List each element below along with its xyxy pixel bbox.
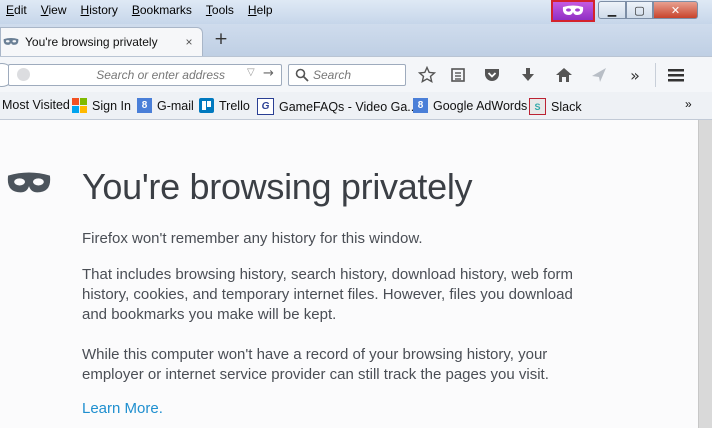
private-browsing-indicator[interactable] bbox=[551, 0, 595, 22]
bookmark-most-visited[interactable]: Most Visited bbox=[2, 98, 70, 112]
tab-close-icon[interactable]: × bbox=[182, 35, 196, 49]
maximize-icon: ▢ bbox=[634, 3, 645, 17]
url-dropdown-icon[interactable]: ▽ bbox=[247, 67, 255, 78]
search-icon bbox=[295, 68, 309, 82]
new-tab-button[interactable]: + bbox=[212, 29, 230, 49]
trello-icon bbox=[199, 98, 214, 113]
bookmark-label: G-mail bbox=[157, 98, 194, 113]
slack-icon: S bbox=[529, 98, 546, 115]
private-mask-icon bbox=[562, 5, 584, 15]
bookmark-gmail[interactable]: 8 G-mail bbox=[137, 98, 194, 113]
url-input[interactable] bbox=[35, 67, 225, 83]
bookmark-slack[interactable]: S Slack bbox=[529, 98, 582, 115]
bookmark-star-icon[interactable] bbox=[417, 65, 437, 85]
history-details: That includes browsing history, search h… bbox=[82, 266, 574, 323]
bookmarks-toolbar: Most Visited Sign In 8 G-mail Trello G G… bbox=[0, 92, 712, 120]
learn-more-link[interactable]: Learn More. bbox=[82, 400, 163, 417]
private-mask-icon bbox=[7, 172, 51, 193]
bookmark-trello[interactable]: Trello bbox=[199, 98, 250, 113]
bookmark-label: Google AdWords bbox=[433, 98, 528, 113]
url-bar[interactable]: ▽ → bbox=[8, 64, 282, 86]
navigation-toolbar: ▽ → » bbox=[0, 56, 712, 92]
hamburger-menu-icon[interactable] bbox=[666, 65, 686, 85]
tab-title: You're browsing privately bbox=[25, 35, 158, 49]
globe-icon bbox=[17, 68, 30, 81]
tracking-notice: While this computer won't have a record … bbox=[82, 346, 549, 383]
bookmark-sign-in[interactable]: Sign In bbox=[72, 98, 131, 113]
google-g-icon: 8 bbox=[413, 98, 428, 113]
minimize-icon: ▁ bbox=[607, 3, 617, 17]
home-icon[interactable] bbox=[554, 65, 574, 85]
toolbar-separator bbox=[655, 63, 656, 87]
close-icon: ✕ bbox=[670, 3, 681, 17]
page-title: You're browsing privately bbox=[82, 166, 473, 207]
go-arrow-icon[interactable]: → bbox=[263, 66, 274, 81]
maximize-button[interactable]: ▢ bbox=[626, 1, 653, 19]
bookmarks-overflow-icon[interactable]: » bbox=[685, 97, 692, 111]
bookmark-gamefaqs[interactable]: G GameFAQs - Video Ga... bbox=[257, 98, 418, 115]
windows-logo-icon bbox=[72, 98, 87, 113]
pocket-icon[interactable] bbox=[482, 65, 502, 85]
bookmark-label: GameFAQs - Video Ga... bbox=[279, 99, 418, 114]
downloads-icon[interactable] bbox=[518, 65, 538, 85]
menu-edit[interactable]: Edit bbox=[6, 3, 27, 17]
bookmark-label: Trello bbox=[219, 98, 250, 113]
menu-view[interactable]: View bbox=[41, 3, 67, 17]
menu-bookmarks[interactable]: Bookmarks bbox=[132, 3, 192, 17]
menu-bar: Edit View History Bookmarks Tools Help bbox=[6, 3, 273, 17]
menu-help[interactable]: Help bbox=[248, 3, 273, 17]
bookmark-label: Slack bbox=[551, 99, 582, 114]
share-icon[interactable] bbox=[589, 65, 609, 85]
background-window-edge bbox=[698, 120, 712, 428]
private-mask-icon bbox=[3, 34, 19, 50]
gamefaqs-icon: G bbox=[257, 98, 274, 115]
tab-private-browsing[interactable]: You're browsing privately × bbox=[0, 27, 203, 56]
menu-history[interactable]: History bbox=[81, 3, 118, 17]
close-window-button[interactable]: ✕ bbox=[653, 1, 698, 19]
tab-strip: You're browsing privately × bbox=[0, 24, 712, 56]
search-input[interactable] bbox=[313, 67, 401, 83]
google-g-icon: 8 bbox=[137, 98, 152, 113]
title-bar: Edit View History Bookmarks Tools Help ▁… bbox=[0, 0, 712, 24]
toolbar-overflow-icon[interactable]: » bbox=[625, 65, 645, 85]
bookmark-google-adwords[interactable]: 8 Google AdWords bbox=[413, 98, 527, 113]
reading-list-icon[interactable] bbox=[448, 65, 468, 85]
search-bar[interactable] bbox=[288, 64, 406, 86]
minimize-button[interactable]: ▁ bbox=[598, 1, 626, 19]
bookmark-label: Most Visited bbox=[2, 98, 70, 112]
menu-tools[interactable]: Tools bbox=[206, 3, 234, 17]
history-notice: Firefox won't remember any history for t… bbox=[82, 230, 423, 247]
bookmark-label: Sign In bbox=[92, 98, 131, 113]
